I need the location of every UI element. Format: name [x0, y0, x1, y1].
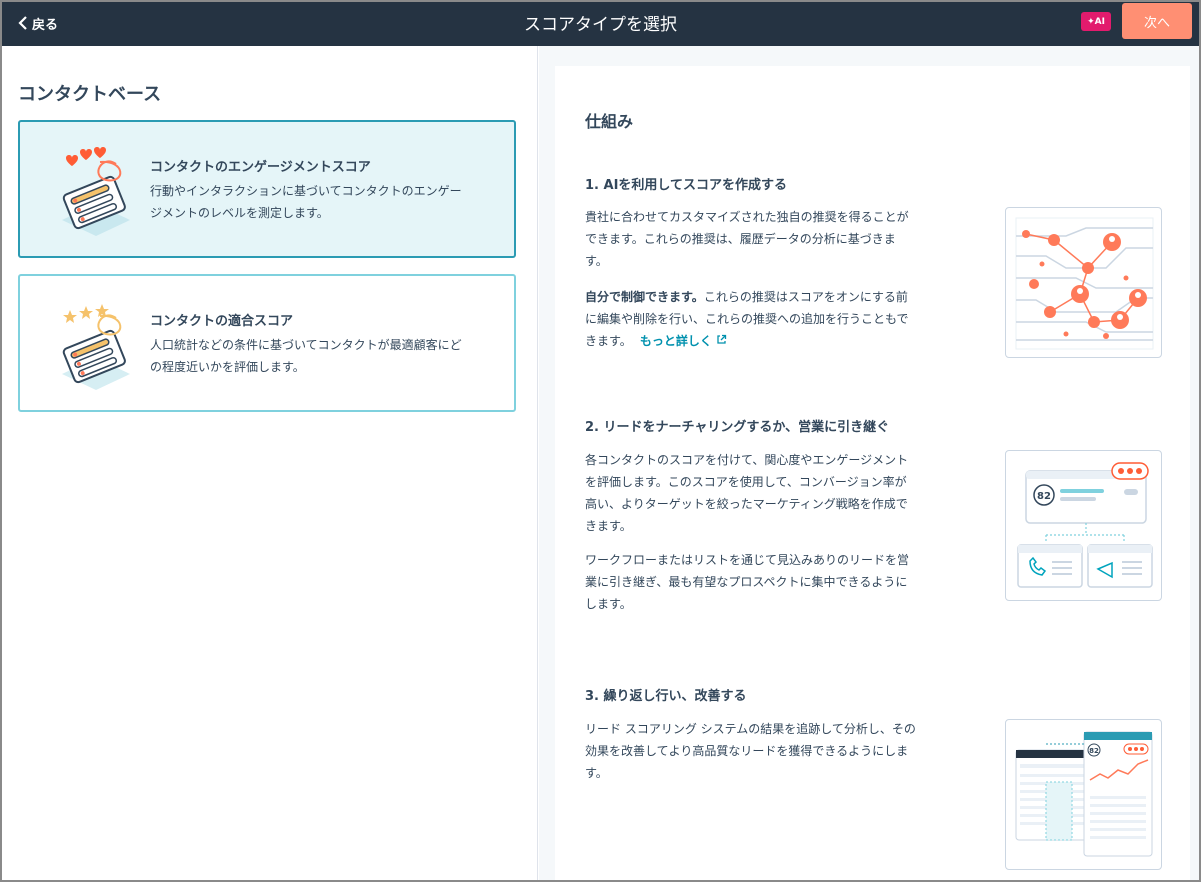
- fit-card-title: コンタクトの適合スコア: [150, 314, 294, 329]
- page-title: スコアタイプを選択: [524, 15, 677, 35]
- step-2-text-line6: 業に引き継ぎ、最も有望なプロスペクトに集中できるように: [585, 575, 908, 589]
- step-1-text-line5: に編集や削除を行い、これらの推奨への追加を行うこともで: [585, 312, 909, 326]
- step-2-text-line2: を評価します。このスコアを使用して、コンバージョン率が: [585, 475, 907, 489]
- step-1-title: 1. AIを利用してスコアを作成する: [585, 178, 788, 193]
- engagement-card-desc-line1: 行動やインタラクションに基づいてコンタクトのエンゲー: [150, 184, 462, 198]
- handoff-illustration: 82: [1005, 450, 1162, 601]
- step-2-text-line3: 高い、よりターゲットを絞ったマーケティング戦略を作成で: [585, 497, 908, 511]
- handoff-score-value: 82: [1037, 491, 1051, 502]
- engagement-illustration-icon: [62, 147, 130, 236]
- step-1-text-line6-start: きます。: [585, 334, 632, 348]
- step-1-text-line2: できます。これらの推奨は、履歴データの分析に基づきま: [585, 232, 896, 246]
- analytics-illustration: 82: [1005, 719, 1162, 870]
- step-2-text-line1: 各コンタクトのスコアを付けて、関心度やエンゲージメント: [585, 453, 909, 467]
- left-panel: コンタクトベース コンタクトのエンゲージメントスコア 行動やインタラクションに基…: [2, 46, 538, 880]
- step-3-text-line2: 効果を改善してより高品質なリードを獲得できるようにしま: [585, 744, 909, 758]
- learn-more-label: もっと詳しく: [639, 334, 712, 348]
- step-2-text-line7: します。: [585, 597, 632, 611]
- dashboard-score-value: 82: [1089, 747, 1099, 755]
- step-2-text-line5: ワークフローまたはリストを通じて見込みありのリードを営: [585, 553, 910, 567]
- top-bar: 戻る スコアタイプを選択 ✦AI 次へ: [2, 2, 1199, 46]
- next-button[interactable]: 次へ: [1122, 3, 1192, 39]
- how-it-works-title: 仕組み: [585, 112, 634, 131]
- step-3-text-line3: す。: [585, 766, 608, 780]
- step-2-title: 2. リードをナーチャリングするか、営業に引き継ぐ: [585, 420, 890, 435]
- fit-card-desc-line1: 人口統計などの条件に基づいてコンタクトが最適顧客にど: [150, 338, 462, 352]
- ai-badge[interactable]: ✦AI: [1081, 12, 1111, 31]
- handoff-diagram-icon: 82: [1017, 462, 1153, 588]
- step-1-text-line4-rest: これらの推奨はスコアをオンにする前: [703, 290, 908, 304]
- step-3-text-line1: リード スコアリング システムの結果を追跡して分析し、その: [585, 722, 916, 736]
- fit-score-card[interactable]: コンタクトの適合スコア 人口統計などの条件に基づいてコンタクトが最適顧客にど の…: [18, 274, 516, 412]
- step-1-bold-text: 自分で制御できます。: [585, 290, 704, 304]
- engagement-card-title: コンタクトのエンゲージメントスコア: [150, 160, 371, 175]
- step-2-text-line4: きます。: [585, 519, 632, 533]
- ai-recommendations-illustration: [1005, 207, 1162, 358]
- external-link-icon: [717, 334, 727, 344]
- step-1-text-line1: 貴社に合わせてカスタマイズされた独自の推奨を得ることが: [585, 210, 909, 224]
- network-illustration-icon: [1015, 217, 1154, 350]
- step-1-text-line3: す。: [585, 254, 608, 268]
- fit-card-desc-line2: の程度近いかを評価します。: [150, 360, 305, 374]
- fit-illustration-icon: [62, 304, 130, 390]
- how-it-works-panel: 仕組み 1. AIを利用してスコアを作成する 貴社に合わせてカスタマイズされた独…: [555, 66, 1190, 880]
- step-3-title: 3. 繰り返し行い、改善する: [585, 689, 747, 704]
- learn-more-link[interactable]: もっと詳しく: [640, 334, 727, 348]
- engagement-card-desc-line2: ジメントのレベルを測定します。: [150, 206, 329, 220]
- step-1-text-line4: 自分で制御できます。これらの推奨はスコアをオンにする前: [585, 286, 935, 308]
- section-title: コンタクトベース: [18, 84, 162, 105]
- dashboard-illustration-icon: 82: [1015, 731, 1153, 857]
- engagement-score-card[interactable]: コンタクトのエンゲージメントスコア 行動やインタラクションに基づいてコンタクトの…: [18, 120, 516, 258]
- step-1-text-line6: きます。 もっと詳しく: [585, 330, 935, 352]
